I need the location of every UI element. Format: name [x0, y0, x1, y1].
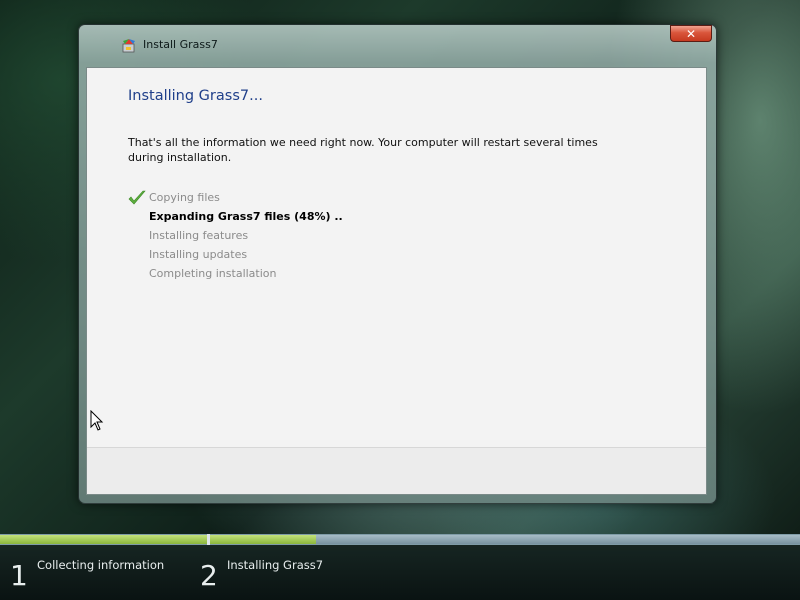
stage-label: Collecting information [37, 558, 165, 572]
step-expanding-files: Expanding Grass7 files (48%) .. [128, 207, 343, 226]
step-copying-files: Copying files [128, 188, 343, 207]
wizard-content: Installing Grass7... That's all the info… [86, 67, 707, 495]
setup-app-icon [122, 39, 135, 53]
title-bar[interactable]: Install Grass7 ✕ [79, 25, 716, 65]
step-installing-features: Installing features [128, 226, 343, 245]
close-button[interactable]: ✕ [670, 25, 712, 42]
stage-number: 1 [10, 559, 28, 592]
close-icon: ✕ [685, 26, 697, 41]
info-text: That's all the information we need right… [128, 136, 598, 164]
stage-number: 2 [200, 559, 218, 592]
checkmark-icon [128, 190, 146, 205]
stage2-progress-fill [210, 535, 317, 544]
step-label: Installing features [149, 229, 249, 242]
stage-label: Installing Grass7 [227, 558, 324, 572]
setup-window: Install Grass7 ✕ Installing Grass7... Th… [78, 24, 717, 504]
step-label: Completing installation [149, 267, 277, 280]
window-title: Install Grass7 [143, 38, 218, 51]
setup-stages-panel: 1 Collecting information 2 Installing Gr… [0, 545, 800, 600]
step-label: Expanding Grass7 files (48%) .. [149, 210, 343, 223]
step-completing-installation: Completing installation [128, 264, 343, 283]
step-installing-updates: Installing updates [128, 245, 343, 264]
stage2-progress-track [210, 535, 800, 544]
install-steps-list: Copying files Expanding Grass7 files (48… [128, 188, 343, 283]
step-label: Installing updates [149, 248, 248, 261]
wizard-footer [87, 447, 706, 494]
page-title: Installing Grass7... [128, 88, 263, 104]
setup-progress-strip [0, 534, 800, 545]
stage1-progress-bar [0, 535, 207, 544]
mouse-cursor-icon [90, 410, 104, 431]
step-label: Copying files [149, 191, 220, 204]
